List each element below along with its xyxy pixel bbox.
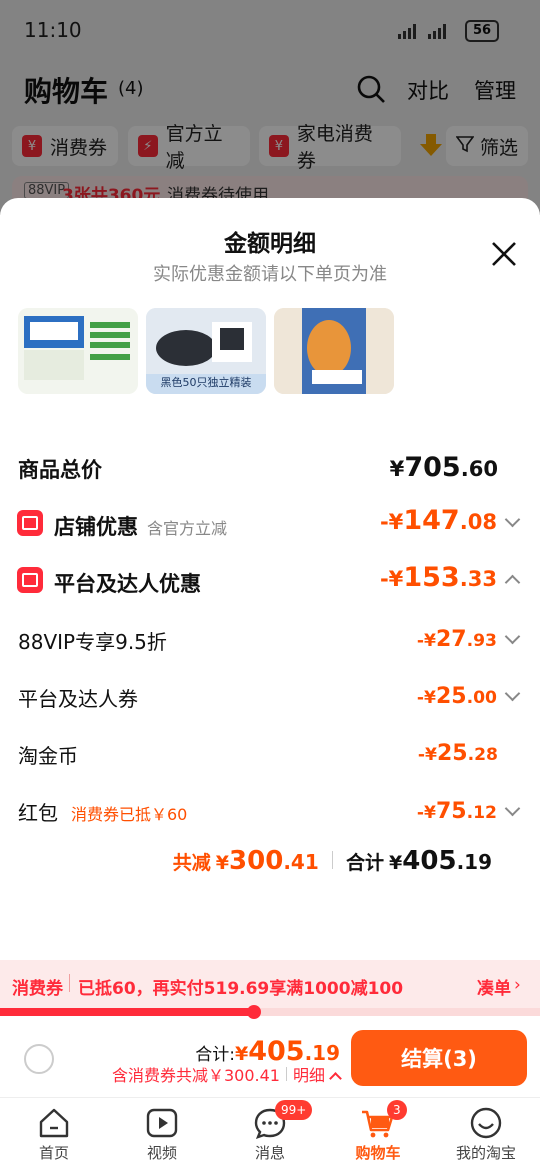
close-icon[interactable] bbox=[488, 238, 520, 270]
total-currency: ¥ bbox=[389, 852, 403, 874]
chevron-up-icon bbox=[329, 1072, 342, 1085]
progress-knob bbox=[246, 1005, 261, 1019]
red-packet-label: 红包 bbox=[18, 801, 58, 825]
nav-label: 购物车 bbox=[355, 1144, 401, 1162]
checkout-discount[interactable]: 含消费券共减￥300.41 明细 bbox=[0, 1062, 342, 1086]
store-icon bbox=[17, 510, 43, 536]
platform-discount-label: 平台及达人优惠 bbox=[54, 572, 201, 596]
store-discount-note: 含官方立减 bbox=[147, 519, 228, 538]
chevron-right-icon: › bbox=[514, 975, 521, 995]
chevron-down-icon bbox=[504, 685, 521, 702]
sheet-title: 金额明细 bbox=[224, 231, 316, 257]
divider bbox=[331, 851, 333, 869]
cart-badge: 3 bbox=[387, 1100, 407, 1120]
vip-discount-value[interactable]: -¥27.93 bbox=[417, 627, 521, 652]
video-icon bbox=[145, 1106, 179, 1140]
red-packet-value[interactable]: -¥75.12 bbox=[417, 799, 521, 824]
sheet-subtitle: 实际优惠金额请以下单页为准 bbox=[153, 264, 387, 285]
nav-label: 消息 bbox=[254, 1144, 285, 1162]
nav-my-taobao[interactable]: 我的淘宝 bbox=[436, 1098, 536, 1163]
thumbnail-caption: 黑色50只独立精装 bbox=[160, 376, 252, 389]
checkout-button[interactable]: 结算(3) bbox=[351, 1030, 527, 1086]
detail-link: 明细 bbox=[292, 1066, 325, 1085]
nav-video[interactable]: 视频 bbox=[112, 1098, 212, 1163]
chevron-down-icon bbox=[504, 800, 521, 817]
coupon-icon bbox=[17, 567, 43, 593]
divider bbox=[285, 1067, 287, 1081]
coin-discount-label: 淘金币 bbox=[18, 744, 78, 768]
nav-cart[interactable]: 3 购物车 bbox=[328, 1098, 428, 1163]
chevron-down-icon bbox=[504, 628, 521, 645]
nav-label: 我的淘宝 bbox=[455, 1144, 516, 1162]
creator-discount-value[interactable]: -¥25.00 bbox=[417, 684, 521, 709]
message-icon: 99+ bbox=[253, 1100, 313, 1140]
chevron-up-icon bbox=[504, 574, 521, 591]
message-badge: 99+ bbox=[275, 1100, 313, 1120]
checkout-discount-text: 含消费券共减￥300.41 bbox=[111, 1066, 280, 1085]
coupon-progress-strip[interactable]: 消费券 已抵60，再实付519.69享满1000减100 凑单 › bbox=[0, 960, 540, 1008]
saved-label: 共减 bbox=[172, 852, 211, 874]
product-thumbnail[interactable] bbox=[274, 308, 394, 394]
saved-dec: .41 bbox=[283, 850, 319, 874]
chevron-down-icon bbox=[504, 511, 521, 528]
total-int: 405 bbox=[402, 846, 457, 876]
product-thumbnail[interactable] bbox=[18, 308, 138, 394]
overlay-dim[interactable] bbox=[0, 0, 540, 215]
cart-icon: 3 bbox=[361, 1100, 407, 1140]
divider bbox=[69, 974, 70, 992]
coin-discount-value: -¥25.28 bbox=[417, 741, 498, 766]
amount-detail-sheet: 金额明细 实际优惠金额请以下单页为准 黑色50只独立精装 商品总价 ¥705.6… bbox=[0, 198, 540, 1165]
saved-int: 300 bbox=[229, 846, 284, 876]
nav-label: 首页 bbox=[38, 1144, 69, 1162]
store-discount-value[interactable]: -¥147.08 bbox=[380, 505, 521, 536]
coupon-progress-bar bbox=[0, 1005, 540, 1019]
nav-label: 视频 bbox=[146, 1144, 177, 1162]
home-icon bbox=[37, 1106, 71, 1140]
nav-messages[interactable]: 99+ 消息 bbox=[220, 1098, 320, 1163]
creator-discount-label: 平台及达人券 bbox=[18, 687, 138, 711]
total-price-value: ¥705.60 bbox=[389, 452, 498, 483]
progress-fill bbox=[0, 1008, 254, 1016]
add-items-link[interactable]: 凑单 bbox=[477, 974, 511, 999]
platform-discount-value[interactable]: -¥153.33 bbox=[380, 562, 521, 593]
vip-discount-label: 88VIP专享9.5折 bbox=[18, 630, 167, 654]
coupon-tag: 消费券 bbox=[12, 979, 63, 999]
nav-home[interactable]: 首页 bbox=[4, 1098, 104, 1163]
total-price-label: 商品总价 bbox=[18, 458, 102, 482]
product-thumbnail[interactable]: 黑色50只独立精装 bbox=[146, 308, 266, 394]
store-discount-label: 店铺优惠 bbox=[54, 515, 138, 539]
total-dec: .19 bbox=[456, 850, 492, 874]
profile-icon bbox=[469, 1106, 503, 1140]
summary-line: 共减 ¥300.41 合计 ¥405.19 bbox=[0, 846, 492, 876]
bottom-nav: 首页 视频 99+ 消息 3 购物车 我的淘宝 bbox=[0, 1097, 540, 1166]
red-packet-note: 消费券已抵￥60 bbox=[71, 805, 188, 824]
total-label: 合计 bbox=[345, 852, 384, 874]
coupon-text: 已抵60，再实付519.69享满1000减100 bbox=[78, 979, 404, 999]
saved-currency: ¥ bbox=[215, 852, 230, 874]
